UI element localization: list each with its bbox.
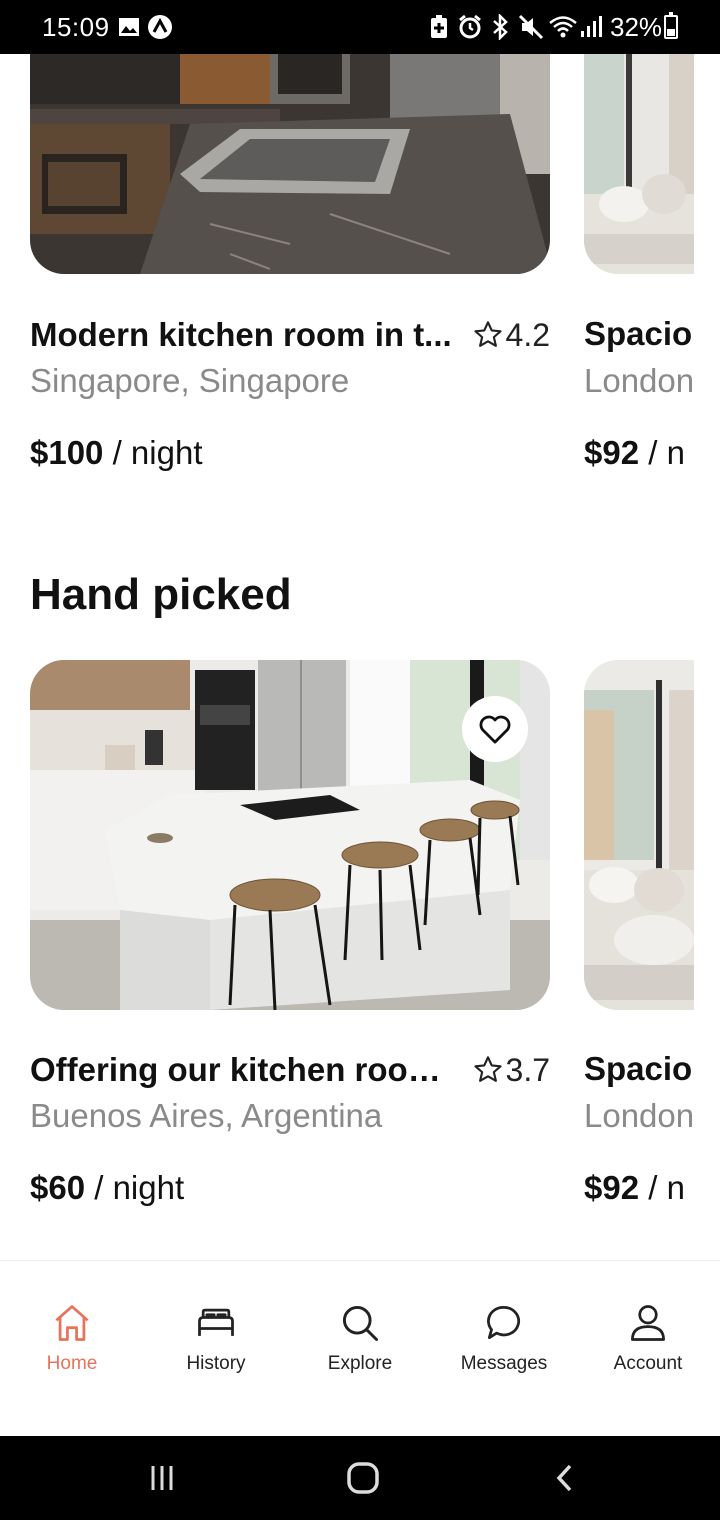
listings-scroll[interactable]: Modern kitchen room in t... 4.2 Singapor… (0, 54, 720, 1260)
bed-icon (198, 1308, 234, 1336)
listing-price: $100 / night (30, 434, 203, 472)
listing-price: $60 / night (30, 1169, 184, 1207)
user-icon (631, 1305, 665, 1341)
nav-item-home[interactable]: Home (7, 1301, 137, 1391)
section-title-hand-picked: Hand picked (30, 570, 292, 619)
nav-item-account[interactable]: Account (583, 1301, 713, 1391)
listing-card-peek[interactable]: Spacio London $92 / n (584, 54, 694, 484)
listing-location: Buenos Aires, Argentina (30, 1097, 383, 1134)
nav-item-history[interactable]: History (151, 1301, 281, 1391)
listing-card[interactable]: Modern kitchen room in t... 4.2 Singapor… (30, 54, 550, 484)
nav-label-account: Account (613, 1353, 683, 1374)
status-bar: 15:09 32% (0, 0, 720, 54)
nav-item-messages[interactable]: Messages (439, 1301, 569, 1391)
listing-card[interactable]: Offering our kitchen room... 3.7 Buenos … (30, 660, 550, 1220)
listing-image-living-room[interactable] (584, 54, 694, 274)
alarm-icon (457, 14, 483, 40)
system-navigation-bar (0, 1436, 720, 1520)
listing-rating: 4.2 (472, 317, 550, 354)
app-notification-icon (147, 14, 173, 40)
bluetooth-icon (490, 14, 510, 40)
peek-listing-location: London (584, 362, 694, 399)
recent-apps-icon (151, 1466, 173, 1490)
status-time: 15:09 (42, 12, 110, 42)
rating-value: 3.7 (505, 1051, 550, 1088)
listing-rating: 3.7 (472, 1052, 550, 1089)
listing-title: Offering our kitchen room... (30, 1051, 464, 1088)
listing-location: Singapore, Singapore (30, 362, 350, 399)
heart-icon (479, 715, 511, 744)
listing-title: Modern kitchen room in t... (30, 316, 452, 353)
nav-label-history: History (186, 1353, 246, 1374)
back-chevron-icon (556, 1464, 572, 1492)
price-unit: / night (94, 1169, 185, 1206)
wifi-icon (548, 14, 578, 40)
price-amount: $60 (30, 1169, 86, 1206)
nav-label-messages: Messages (460, 1353, 548, 1374)
nav-label-explore: Explore (327, 1353, 393, 1374)
mute-icon (518, 14, 544, 40)
nav-label-home: Home (46, 1353, 98, 1374)
peek-price-amount: $92 (584, 434, 640, 471)
battery-saver-icon (430, 14, 448, 40)
home-button[interactable] (341, 1456, 385, 1500)
peek-price-amount: $92 (584, 1169, 640, 1206)
battery-percent: 32% (610, 12, 663, 42)
home-icon (55, 1305, 89, 1341)
peek-listing-location: London (584, 1097, 694, 1134)
chat-icon (487, 1306, 520, 1340)
listing-image-living-room[interactable] (584, 660, 694, 1010)
peek-listing-title: Spacio (584, 315, 693, 352)
listing-title-row: Offering our kitchen room... 3.7 (30, 1048, 550, 1092)
star-icon (473, 321, 502, 347)
gallery-icon (118, 14, 140, 40)
listing-image-kitchen-white[interactable] (30, 660, 550, 1010)
home-circle-icon (347, 1462, 379, 1494)
listing-image-kitchen-dark[interactable] (30, 54, 550, 274)
favorite-button[interactable] (462, 696, 528, 762)
star-icon (473, 1056, 502, 1082)
peek-price-unit: / n (648, 434, 685, 471)
nav-item-explore[interactable]: Explore (295, 1301, 425, 1391)
peek-listing-title: Spacio (584, 1050, 693, 1087)
peek-price-unit: / n (648, 1169, 685, 1206)
rating-value: 4.2 (505, 316, 550, 353)
search-icon (342, 1305, 378, 1341)
listing-card-peek[interactable]: Spacio London $92 / n (584, 660, 694, 1220)
price-amount: $100 (30, 434, 104, 471)
battery-icon (664, 12, 678, 39)
peek-listing-price: $92 / n (584, 434, 685, 472)
listing-title-row: Modern kitchen room in t... 4.2 (30, 313, 550, 357)
signal-icon (580, 14, 604, 40)
back-button[interactable] (543, 1456, 587, 1500)
peek-listing-price: $92 / n (584, 1169, 685, 1207)
price-unit: / night (112, 434, 203, 471)
recent-apps-button[interactable] (140, 1456, 184, 1500)
bottom-navigation: Home History Explore Messages Account (0, 1260, 720, 1436)
